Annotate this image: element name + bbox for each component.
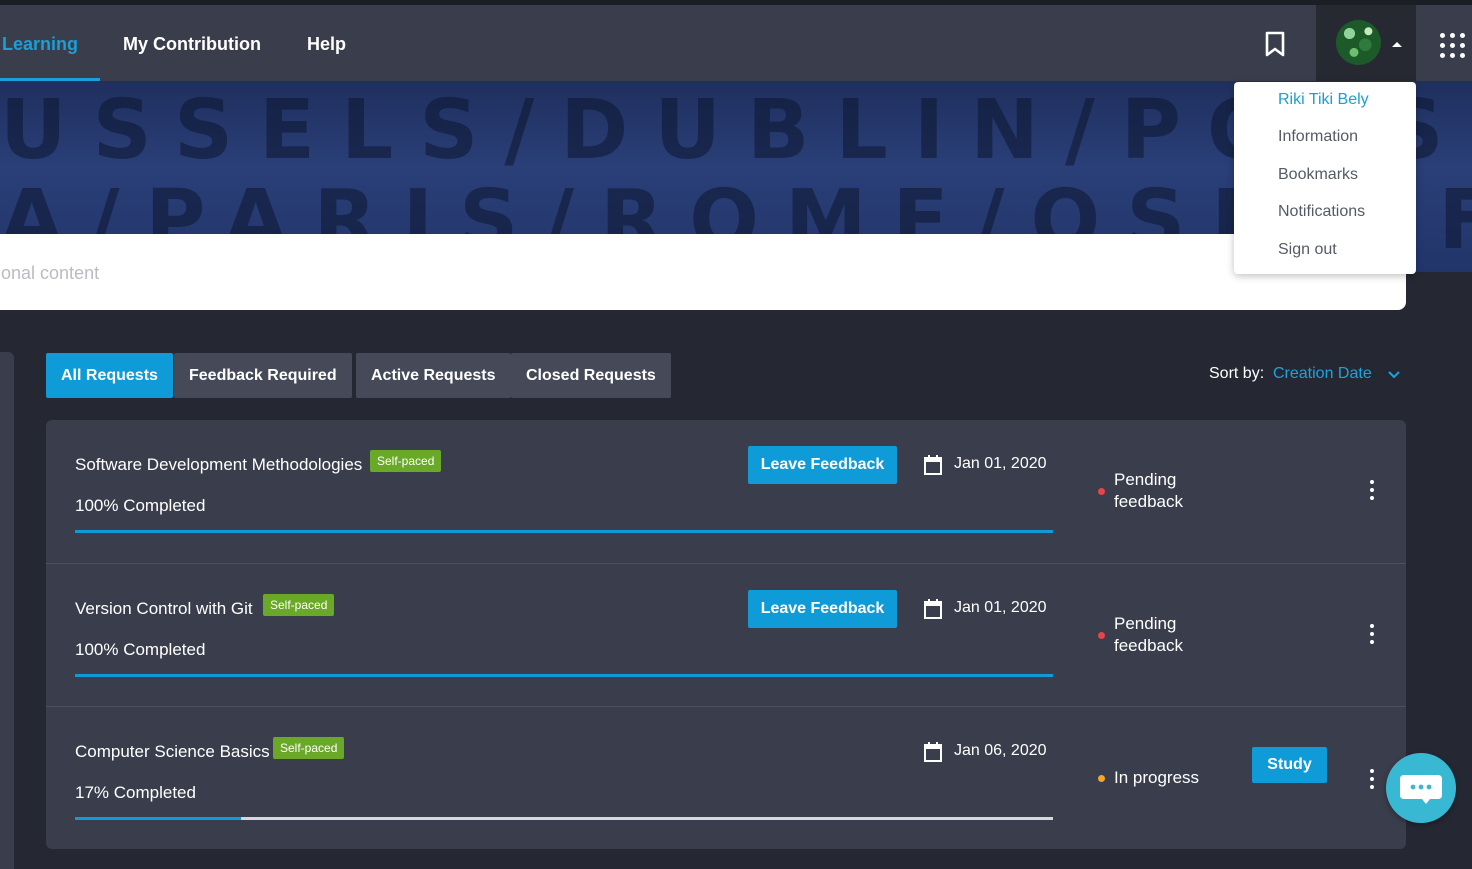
requests-list: Software Development Methodologies Self-… — [46, 420, 1406, 849]
user-menu-toggle[interactable] — [1316, 5, 1416, 81]
progress-bar — [75, 817, 1053, 820]
user-dropdown-menu: Riki Tiki Bely Information Bookmarks Not… — [1234, 82, 1416, 274]
calendar-icon — [923, 741, 943, 763]
progress-fill — [75, 530, 1053, 533]
request-date: Jan 01, 2020 — [954, 455, 1047, 472]
menu-item-notifications[interactable]: Notifications — [1278, 203, 1365, 221]
chat-bubble-icon[interactable] — [1386, 753, 1456, 823]
leave-feedback-button[interactable]: Leave Feedback — [748, 590, 897, 628]
search-input[interactable] — [0, 256, 1000, 290]
course-title[interactable]: Computer Science Basics — [75, 742, 270, 762]
menu-user-name[interactable]: Riki Tiki Bely — [1278, 91, 1369, 109]
more-options-icon[interactable] — [1364, 622, 1380, 646]
tab-closed-requests[interactable]: Closed Requests — [511, 353, 671, 398]
list-item: Version Control with Git Self-paced 100%… — [46, 563, 1406, 706]
status-dot — [1098, 488, 1105, 495]
completion-label: 17% Completed — [75, 783, 196, 802]
more-options-icon[interactable] — [1364, 478, 1380, 502]
nav-learning[interactable]: Learning — [2, 5, 78, 81]
request-date: Jan 01, 2020 — [954, 599, 1047, 616]
progress-bar — [75, 530, 1053, 533]
course-title[interactable]: Version Control with Git — [75, 599, 253, 619]
apps-grid-icon[interactable] — [1438, 31, 1468, 61]
tab-feedback-required[interactable]: Feedback Required — [174, 353, 352, 398]
self-paced-badge: Self-paced — [263, 594, 335, 616]
more-options-icon[interactable] — [1364, 767, 1380, 791]
avatar[interactable] — [1336, 20, 1381, 65]
completion-label: 100% Completed — [75, 640, 206, 659]
tab-active-requests[interactable]: Active Requests — [356, 353, 511, 398]
progress-bar — [75, 674, 1053, 677]
request-date: Jan 06, 2020 — [954, 742, 1047, 759]
status-text: Pending feedback — [1114, 470, 1183, 511]
list-item: Computer Science Basics Self-paced 17% C… — [46, 706, 1406, 849]
calendar-icon — [923, 598, 943, 620]
top-navbar: Learning My Contribution Help — [0, 5, 1472, 81]
status-dot — [1098, 632, 1105, 639]
caret-up-icon — [1392, 42, 1402, 47]
left-sidebar-edge — [0, 352, 14, 869]
self-paced-badge: Self-paced — [370, 450, 442, 472]
sort-label: Sort by: — [1209, 365, 1265, 382]
bookmark-icon[interactable] — [1262, 30, 1288, 58]
progress-fill — [75, 817, 242, 820]
nav-my-contribution[interactable]: My Contribution — [123, 5, 261, 81]
study-button[interactable]: Study — [1252, 747, 1327, 783]
sort-select[interactable]: Creation Date — [1273, 365, 1372, 383]
status-dot — [1098, 775, 1105, 782]
progress-fill — [75, 674, 1053, 677]
status-text: Pending feedback — [1114, 614, 1183, 655]
menu-item-bookmarks[interactable]: Bookmarks — [1278, 166, 1358, 184]
course-title[interactable]: Software Development Methodologies — [75, 455, 362, 475]
nav-help[interactable]: Help — [307, 5, 346, 81]
completion-label: 100% Completed — [75, 496, 206, 515]
menu-item-sign-out[interactable]: Sign out — [1278, 241, 1337, 259]
leave-feedback-button[interactable]: Leave Feedback — [748, 446, 897, 484]
calendar-icon — [923, 454, 943, 476]
self-paced-badge: Self-paced — [273, 737, 345, 759]
list-item: Software Development Methodologies Self-… — [46, 420, 1406, 563]
menu-item-information[interactable]: Information — [1278, 128, 1358, 146]
search-panel — [0, 234, 1406, 310]
status-text: In progress — [1114, 768, 1200, 787]
chevron-down-icon[interactable] — [1386, 367, 1402, 383]
tab-all-requests[interactable]: All Requests — [46, 353, 173, 398]
